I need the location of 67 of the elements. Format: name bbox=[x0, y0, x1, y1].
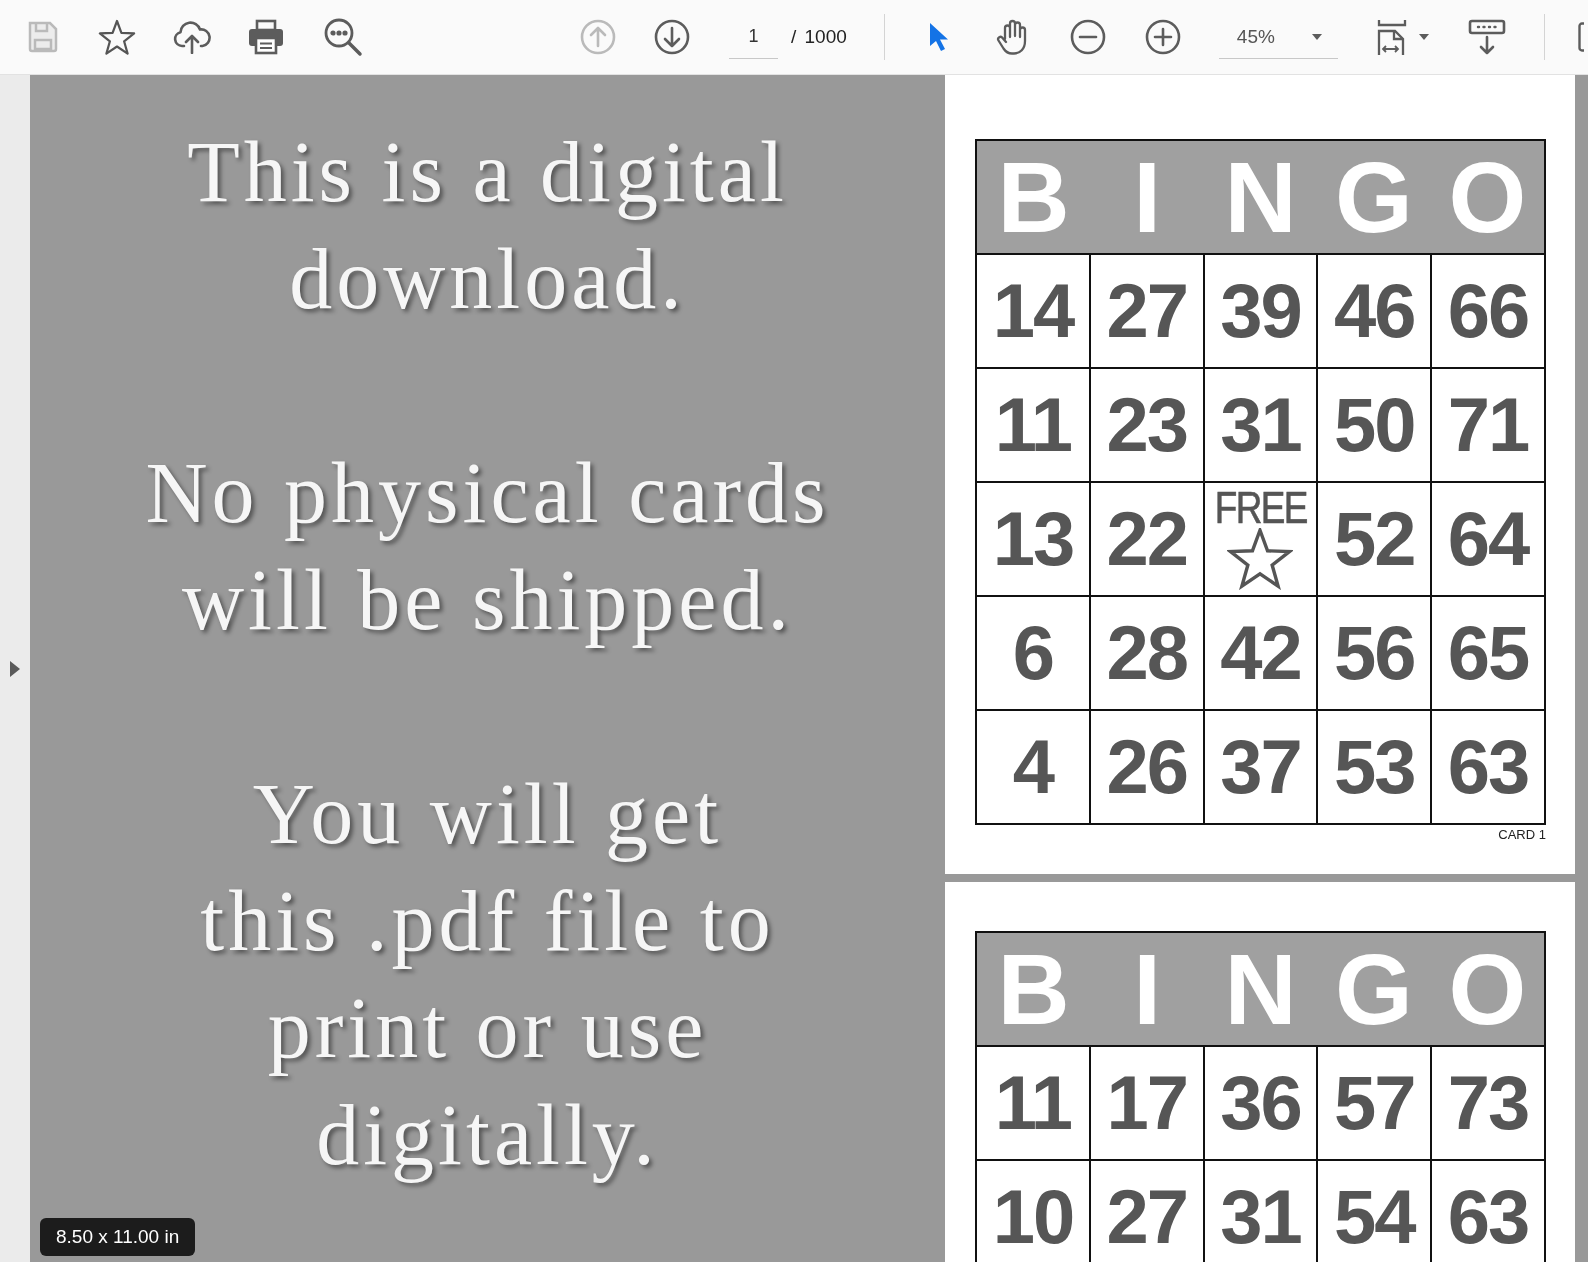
fit-page-icon[interactable] bbox=[1375, 19, 1408, 55]
card-cell: 31 bbox=[1204, 369, 1317, 481]
caret-icon[interactable] bbox=[1311, 33, 1322, 40]
header-letter: I bbox=[1133, 933, 1161, 1045]
card-cell: 26 bbox=[1090, 711, 1203, 823]
keyboard-icon[interactable] bbox=[1467, 19, 1506, 55]
printer-icon[interactable] bbox=[247, 19, 285, 55]
card-cell: 4 bbox=[977, 711, 1089, 823]
caret-icon[interactable] bbox=[1418, 34, 1429, 40]
card-cell: 17 bbox=[1090, 1047, 1203, 1159]
card-cell: 52 bbox=[1318, 483, 1431, 595]
notice-text: This is a digital download. bbox=[186, 123, 789, 329]
card-cell: 53 bbox=[1318, 711, 1431, 823]
card-cell: 31 bbox=[1204, 1161, 1317, 1262]
header-letter: B bbox=[997, 141, 1070, 253]
header-letter: I bbox=[1133, 141, 1161, 253]
card-cell: 11 bbox=[977, 369, 1089, 481]
cloud-upload-icon[interactable] bbox=[173, 20, 211, 54]
notice-text: You will get this .pdf file to print or use digitally. bbox=[199, 765, 776, 1185]
card-cell: 10 bbox=[977, 1161, 1089, 1262]
card-cell: 73 bbox=[1432, 1047, 1544, 1159]
card-cell: 27 bbox=[1090, 1161, 1203, 1262]
page-total: / 1000 bbox=[791, 26, 847, 48]
card-cell: 36 bbox=[1204, 1047, 1317, 1159]
caret-icon[interactable] bbox=[10, 660, 20, 677]
card-cell: 11 bbox=[977, 1047, 1089, 1159]
card-cell: 27 bbox=[1090, 255, 1203, 367]
card-cell: 23 bbox=[1090, 369, 1203, 481]
zoom-in-icon[interactable] bbox=[1144, 19, 1181, 55]
header-letter: B bbox=[997, 933, 1070, 1045]
zoom-out-icon[interactable] bbox=[1069, 19, 1106, 55]
card-cell: 63 bbox=[1432, 711, 1544, 823]
card-cell: 54 bbox=[1318, 1161, 1431, 1262]
free-space-label: FREE bbox=[1214, 488, 1307, 528]
header-letter: O bbox=[1448, 933, 1527, 1045]
card-cell: 37 bbox=[1204, 711, 1317, 823]
card-cell: 66 bbox=[1432, 255, 1544, 367]
star-icon bbox=[1227, 528, 1294, 590]
search-icon[interactable] bbox=[323, 17, 363, 57]
header-letter: N bbox=[1224, 141, 1297, 253]
page-number-field[interactable]: 1 bbox=[729, 15, 778, 59]
card-cell: 56 bbox=[1318, 597, 1431, 709]
card-cell: 71 bbox=[1432, 369, 1544, 481]
page-size-label: 8.50 x 11.00 in bbox=[40, 1218, 196, 1256]
header-letter: G bbox=[1335, 933, 1413, 1045]
card-label: CARD 1 bbox=[1498, 827, 1546, 843]
star-icon[interactable] bbox=[98, 19, 136, 55]
notice-text: No physical cards will be shipped. bbox=[144, 444, 831, 650]
card-cell: 22 bbox=[1090, 483, 1203, 595]
card-cell: 14 bbox=[977, 255, 1089, 367]
card-cell: 42 bbox=[1204, 597, 1317, 709]
card-cell: 13 bbox=[977, 483, 1089, 595]
header-letter: O bbox=[1448, 141, 1527, 253]
header-letter: N bbox=[1224, 933, 1297, 1045]
card-cell: 65 bbox=[1432, 597, 1544, 709]
card-cell: 63 bbox=[1432, 1161, 1544, 1262]
card-cell: 28 bbox=[1090, 597, 1203, 709]
panel-icon[interactable] bbox=[1577, 22, 1584, 52]
card-cell: 64 bbox=[1432, 483, 1544, 595]
card-cell: 6 bbox=[977, 597, 1089, 709]
zoom-field[interactable]: 45% bbox=[1218, 15, 1338, 59]
card-cell: 46 bbox=[1318, 255, 1431, 367]
header-letter: G bbox=[1335, 141, 1413, 253]
pointer-icon[interactable] bbox=[927, 22, 950, 52]
card-cell: 57 bbox=[1318, 1047, 1431, 1159]
card-cell: 39 bbox=[1204, 255, 1317, 367]
card-cell: 50 bbox=[1318, 369, 1431, 481]
